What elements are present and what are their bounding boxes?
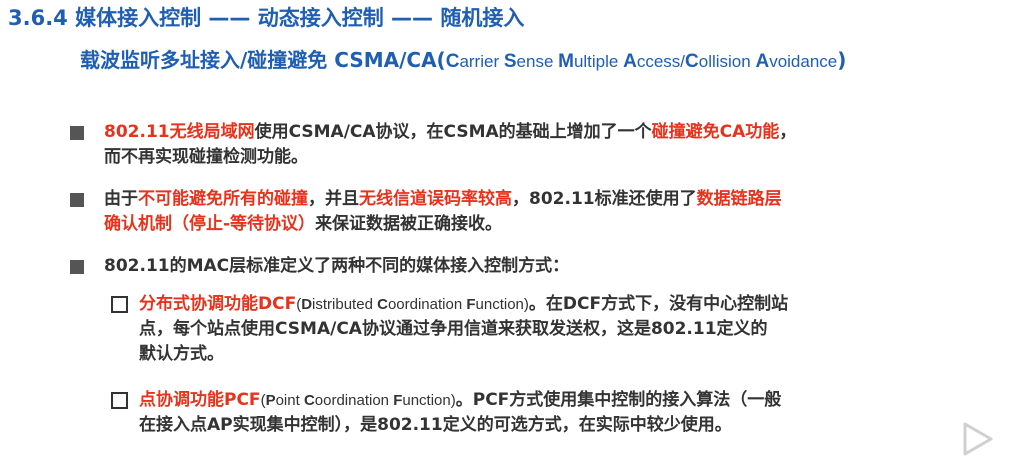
section-title: 3.6.4 媒体接入控制 —— 动态接入控制 —— 随机接入 (8, 6, 525, 30)
bullet-square-icon (70, 260, 84, 274)
bullet-square-icon (70, 126, 84, 140)
bullet-2: 由于不可能避免所有的碰撞，并且无线信道误码率较高，802.11标准还使用了数据链… (104, 189, 782, 234)
bullet-1: 802.11无线局域网使用CSMA/CA协议，在CSMA的基础上增加了一个碰撞避… (104, 122, 797, 167)
sub-item-pcf: 点协调功能PCF(Point Coordination Function)。PC… (139, 390, 782, 435)
subtitle-cn: 载波监听多址接入/碰撞避免 CSMA/CA( (80, 48, 446, 72)
sub-item-dcf: 分布式协调功能DCF(Distributed Coordination Func… (139, 294, 789, 364)
checkbox-icon (111, 296, 128, 313)
bullet-square-icon (70, 193, 84, 207)
checkbox-icon (111, 392, 128, 409)
play-triangle-icon[interactable] (957, 420, 997, 458)
section-subtitle: 载波监听多址接入/碰撞避免 CSMA/CA(Carrier Sense Mult… (80, 48, 847, 72)
subtitle-en: Carrier Sense Multiple Access/Collision … (445, 51, 838, 72)
bullet-3: 802.11的MAC层标准定义了两种不同的媒体接入控制方式： (104, 256, 570, 276)
